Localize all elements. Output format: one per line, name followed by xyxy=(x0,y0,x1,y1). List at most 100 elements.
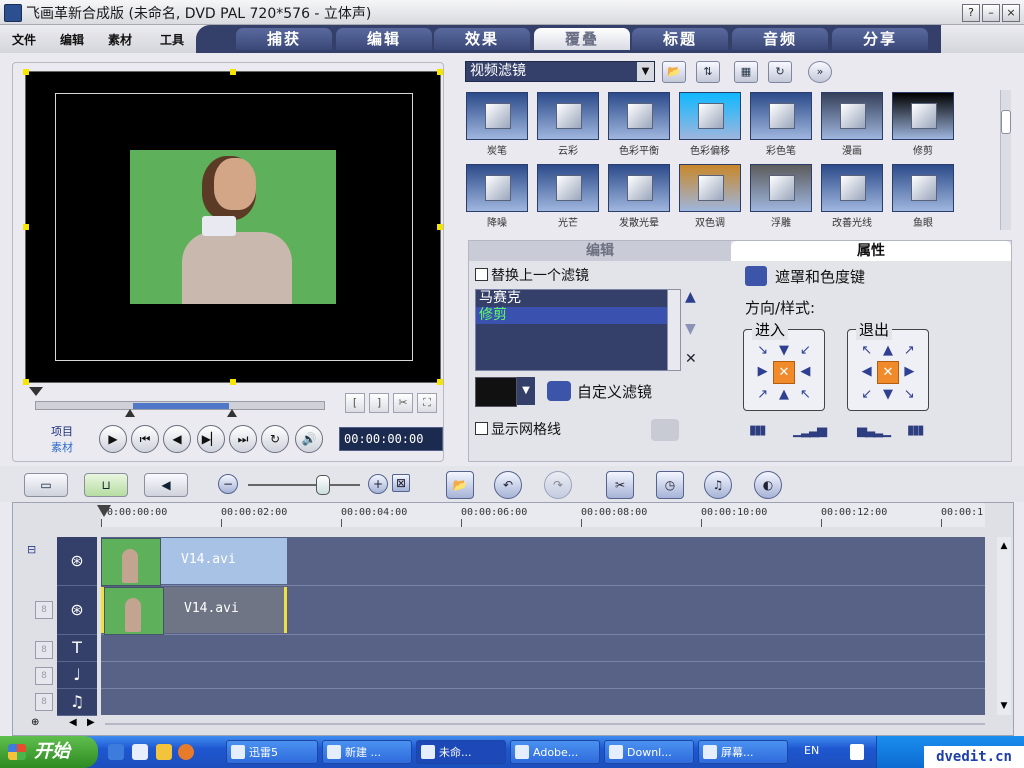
voice-track[interactable] xyxy=(101,662,985,689)
quick-launch-icon[interactable] xyxy=(156,744,172,760)
scroll-up-icon[interactable]: ▲ xyxy=(997,541,1011,551)
scene-detect-icon[interactable]: ◷ xyxy=(656,471,684,499)
filter-thumbnail[interactable]: 光芒 xyxy=(537,164,599,229)
filter-thumbnail[interactable]: 发散光晕 xyxy=(608,164,670,229)
sort-icon[interactable]: ⇅ xyxy=(696,61,720,83)
resize-handle-br[interactable] xyxy=(437,379,443,385)
lock-icon[interactable]: 8 xyxy=(35,641,53,659)
mask-chroma-button[interactable]: 遮罩和色度键 xyxy=(745,266,865,287)
scroll-right-icon[interactable]: ▶ xyxy=(87,717,95,728)
library-scroll-thumb[interactable] xyxy=(1001,110,1011,134)
arrow-down-left-icon[interactable]: ↙ xyxy=(856,384,877,405)
filter-thumbnail[interactable]: 鱼眼 xyxy=(892,164,954,229)
filter-thumbnail[interactable]: 浮雕 xyxy=(750,164,812,229)
arrow-down-right-icon[interactable]: ↘ xyxy=(899,384,920,405)
video-track-icon[interactable]: ⊛ xyxy=(57,537,97,586)
arrow-left-icon[interactable]: ◀ xyxy=(795,361,816,384)
tab-audio[interactable]: 音频 xyxy=(732,28,828,50)
arrow-up-right-icon[interactable]: ↗ xyxy=(899,340,920,361)
record-capture-icon[interactable]: ✂ xyxy=(606,471,634,499)
tab-capture[interactable]: 捕获 xyxy=(236,28,332,50)
arrow-up-right-icon[interactable]: ↙ xyxy=(795,340,816,361)
tab-overlay[interactable]: 覆叠 xyxy=(534,28,630,50)
filter-list-scrollbar[interactable] xyxy=(667,289,681,371)
menu-file[interactable]: 文件 xyxy=(12,31,36,48)
repeat-button[interactable]: ↻ xyxy=(261,425,289,453)
custom-filter-button[interactable]: 自定义滤镜 xyxy=(547,381,652,402)
previous-frame-button[interactable]: ◀ xyxy=(163,425,191,453)
menu-tools[interactable]: 工具 xyxy=(160,31,184,48)
next-frame-button[interactable]: ▶▏ xyxy=(197,425,225,453)
resize-handle-tr[interactable] xyxy=(437,69,443,75)
enlarge-preview-button[interactable]: ⛶ xyxy=(417,393,437,413)
replace-filter-checkbox[interactable]: 替换上一个滤镜 xyxy=(475,265,589,285)
add-track-icon[interactable]: ⊕ xyxy=(31,717,39,728)
timeline-horizontal-scrollbar[interactable]: ⊕ ◀ ▶ xyxy=(25,717,995,731)
ie-icon[interactable] xyxy=(108,744,124,760)
task-button[interactable]: 屏幕... xyxy=(698,740,788,764)
resize-handle-bl[interactable] xyxy=(23,379,29,385)
checkbox-box[interactable] xyxy=(475,422,488,435)
music-track[interactable] xyxy=(101,689,985,715)
filter-thumbnail[interactable]: 改善光线 xyxy=(821,164,883,229)
resize-handle-t[interactable] xyxy=(230,69,236,75)
filter-thumbnail[interactable]: 彩色笔 xyxy=(750,92,812,157)
scroll-down-icon[interactable]: ▼ xyxy=(997,701,1011,711)
menu-clip[interactable]: 素材 xyxy=(108,31,132,48)
mark-in-handle[interactable] xyxy=(125,409,135,417)
mark-in-button[interactable]: [ xyxy=(345,393,365,413)
list-item-selected[interactable]: 修剪 xyxy=(476,307,668,324)
zoom-in-icon[interactable]: + xyxy=(368,474,388,494)
task-button[interactable]: 新建 ... xyxy=(322,740,412,764)
insert-media-icon[interactable]: 📂 xyxy=(446,471,474,499)
arrow-left-icon[interactable]: ◀ xyxy=(856,361,877,384)
expand-icon[interactable]: » xyxy=(808,61,832,83)
tab-edit[interactable]: 编辑 xyxy=(336,28,432,50)
resize-handle-r[interactable] xyxy=(437,224,443,230)
library-manager-icon[interactable]: ▦ xyxy=(734,61,758,83)
end-button[interactable]: ⏭ xyxy=(229,425,257,453)
zoom-out-icon[interactable]: − xyxy=(218,474,238,494)
menu-edit[interactable]: 编辑 xyxy=(60,31,84,48)
filter-thumbnail[interactable]: 修剪 xyxy=(892,92,954,157)
library-dropdown[interactable]: 视频滤镜 ▼ xyxy=(465,61,655,82)
delete-filter-icon[interactable]: ✕ xyxy=(685,351,697,367)
arrow-down-left-icon[interactable]: ↗ xyxy=(752,384,773,405)
arrow-up-icon[interactable]: ▲ xyxy=(877,340,898,361)
overlay-video-frame[interactable] xyxy=(130,150,336,304)
arrow-down-icon[interactable]: ▼ xyxy=(877,384,898,405)
music-track-icon[interactable]: ♫ xyxy=(57,689,97,716)
timeline-view-button[interactable]: ⊔ xyxy=(84,473,128,497)
tab-properties-edit[interactable]: 编辑 xyxy=(469,241,731,261)
speed-down-icon[interactable]: ▅▃▂▁ xyxy=(857,423,891,438)
title-track[interactable] xyxy=(101,635,985,662)
applied-filter-list[interactable]: 马赛克 修剪 xyxy=(475,289,669,371)
resize-handle-tl[interactable] xyxy=(23,69,29,75)
library-scrollbar[interactable] xyxy=(1000,90,1011,230)
home-button[interactable]: ⏮ xyxy=(131,425,159,453)
title-track-icon[interactable]: T xyxy=(57,635,97,662)
filter-thumbnail[interactable]: 降噪 xyxy=(466,164,528,229)
move-down-icon[interactable]: ▼ xyxy=(685,321,696,337)
task-button[interactable]: Adobe... xyxy=(510,740,600,764)
filter-preview-thumb[interactable] xyxy=(475,377,517,407)
arrow-right-icon[interactable]: ▶ xyxy=(752,361,773,384)
overlay-clip[interactable]: V14.avi xyxy=(101,587,287,635)
filter-thumbnail[interactable]: 漫画 xyxy=(821,92,883,157)
close-button[interactable]: × xyxy=(1002,4,1020,22)
arrow-up-left-icon[interactable]: ↘ xyxy=(752,340,773,361)
playhead[interactable] xyxy=(97,505,111,517)
tab-share[interactable]: 分享 xyxy=(832,28,928,50)
mode-clip[interactable]: 素材 xyxy=(51,439,73,455)
speed-up-icon[interactable]: ▁▂▃▅ xyxy=(793,423,827,438)
lock-icon[interactable]: 8 xyxy=(35,667,53,685)
tab-title[interactable]: 标题 xyxy=(632,28,728,50)
move-up-icon[interactable]: ▲ xyxy=(685,289,696,305)
task-button-active[interactable]: 未命... xyxy=(416,740,506,764)
redo-icon[interactable]: ↷ xyxy=(544,471,572,499)
checkbox-box[interactable] xyxy=(475,268,488,281)
static-center-icon[interactable]: ✕ xyxy=(877,361,899,384)
surround-mixer-icon[interactable]: ◐ xyxy=(754,471,782,499)
help-button[interactable]: ? xyxy=(962,4,980,22)
arrow-down-icon[interactable]: ▼ xyxy=(773,340,794,361)
